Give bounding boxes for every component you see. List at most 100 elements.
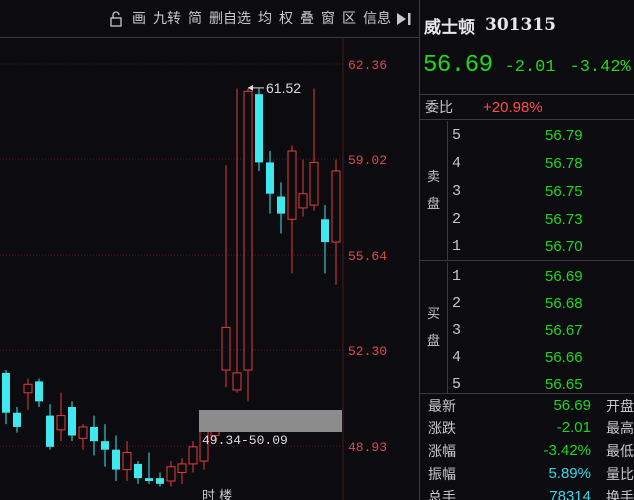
toolbar-rights[interactable]: 权 — [279, 11, 293, 27]
toolbar-range[interactable]: 区 — [342, 11, 356, 27]
order-ratio-value: +20.98% — [483, 98, 543, 116]
level-number: 2 — [452, 295, 462, 312]
stat-label: 涨幅 — [428, 443, 456, 460]
candle-body — [177, 463, 187, 473]
stat-label: 最新 — [428, 398, 456, 415]
stat-label-right: 最高 — [606, 420, 634, 437]
stat-row-change-pct: 涨幅 -3.42% 最低 — [420, 439, 634, 462]
kline-plot-area[interactable]: 62.36 59.02 55.64 52.30 48.93 61.52 49.34-50.0… — [0, 38, 419, 500]
y-tick-label: 48.93 — [348, 440, 387, 455]
quote-stats: 最新 56.69 开盘 涨跌 -2.01 最高 涨幅 -3.42% 最低 振幅 5.89% 量比… — [420, 394, 634, 500]
candle-body — [321, 219, 329, 243]
y-tick-label: 52.30 — [348, 344, 387, 359]
stat-value: -2.01 — [556, 419, 591, 436]
sell-side-label: 卖 盘 — [420, 121, 448, 260]
candle-body — [266, 162, 274, 194]
price-range-label: 49.34-50.09 — [202, 433, 288, 448]
stat-row-last: 最新 56.69 开盘 — [420, 394, 634, 417]
stat-label: 振幅 — [428, 466, 456, 483]
stat-value: 78314 — [549, 488, 591, 500]
level-price: 56.66 — [545, 349, 583, 366]
candle-body — [331, 170, 341, 243]
y-tick-label: 62.36 — [348, 58, 387, 73]
y-tick-label: 55.64 — [348, 249, 387, 264]
buy-level-3[interactable]: 3 56.67 — [448, 317, 634, 344]
candle-body — [101, 441, 109, 450]
toolbar-average[interactable]: 均 — [258, 11, 272, 27]
level-number: 4 — [452, 155, 462, 172]
chart-toolbar: 画 九转 简 删自选 均 权 叠 窗 区 信息 — [0, 0, 419, 38]
bottom-label: 时 楼 — [202, 489, 232, 500]
high-annotation-label: 61.52 — [266, 80, 301, 96]
candle-body — [145, 478, 153, 481]
toolbar-window[interactable]: 窗 — [321, 11, 335, 27]
stock-name: 威士顿 — [424, 17, 475, 38]
sell-level-1[interactable]: 1 56.70 — [448, 233, 634, 260]
quote-panel: 威士顿 301315 56.69 -2.01 -3.42% 委比 +20.98%… — [419, 0, 634, 500]
level-number: 2 — [452, 211, 462, 228]
candle-body — [232, 372, 242, 391]
candle-body — [78, 426, 88, 439]
toolbar-overlay[interactable]: 叠 — [300, 11, 314, 27]
stat-row-volume: 总手 78314 换手 — [420, 485, 634, 500]
level-price: 56.65 — [545, 376, 583, 393]
stat-row-amplitude: 振幅 5.89% 量比 — [420, 462, 634, 485]
candle-body — [13, 412, 21, 427]
toolbar-info[interactable]: 信息 — [363, 11, 391, 27]
level-price: 56.67 — [545, 322, 583, 339]
candle-body — [122, 452, 132, 471]
candlestick-chart: 62.36 59.02 55.64 52.30 48.93 61.52 49.34-50.0… — [0, 38, 387, 500]
toolbar-remove-watchlist[interactable]: 删自选 — [209, 11, 251, 27]
candle-body — [243, 90, 253, 371]
candle-body — [90, 426, 98, 442]
level-number: 5 — [452, 376, 462, 393]
candle-body — [112, 449, 120, 470]
level-number: 3 — [452, 183, 462, 200]
sell-level-3[interactable]: 3 56.75 — [448, 178, 634, 205]
buy-level-2[interactable]: 2 56.68 — [448, 290, 634, 317]
stock-code: 301315 — [485, 15, 556, 35]
level-number: 3 — [452, 322, 462, 339]
order-ratio-label: 委比 — [425, 100, 453, 116]
level-price: 56.79 — [545, 127, 583, 144]
stat-label: 总手 — [428, 489, 456, 500]
sell-level-4[interactable]: 4 56.78 — [448, 150, 634, 177]
candle-body — [23, 383, 33, 394]
candle-body — [2, 372, 10, 413]
sell-label-2: 盘 — [426, 196, 440, 212]
toolbar-nine-turn[interactable]: 九转 — [153, 11, 181, 27]
stat-row-change: 涨跌 -2.01 最高 — [420, 416, 634, 439]
level-price: 56.73 — [545, 211, 583, 228]
sell-level-5[interactable]: 5 56.79 — [448, 122, 634, 149]
buy-level-4[interactable]: 4 56.66 — [448, 344, 634, 371]
toolbar-simple[interactable]: 简 — [188, 11, 202, 27]
buy-level-1[interactable]: 1 56.69 — [448, 263, 634, 290]
candle-body — [255, 94, 263, 163]
stat-label: 涨跌 — [428, 420, 456, 437]
order-ratio-row: 委比 +20.98% — [420, 94, 634, 120]
lock-icon[interactable] — [109, 10, 125, 27]
candle-body — [35, 381, 43, 402]
sell-level-2[interactable]: 2 56.73 — [448, 206, 634, 233]
level-price: 56.75 — [545, 183, 583, 200]
price-change-percent: -3.42% — [569, 58, 631, 77]
y-tick-label: 59.02 — [348, 153, 387, 168]
price-row: 56.69 -2.01 -3.42% — [420, 52, 634, 88]
toolbar-draw[interactable]: 画 — [132, 11, 146, 27]
level-price: 56.78 — [545, 155, 583, 172]
price-change: -2.01 — [504, 58, 556, 77]
level-number: 1 — [452, 268, 462, 285]
candle-body — [134, 463, 142, 479]
stat-label-right: 量比 — [606, 466, 634, 483]
high-annotation-arrow — [248, 84, 253, 91]
buy-side-label: 买 盘 — [420, 262, 448, 393]
level-number: 4 — [452, 349, 462, 366]
buy-label-2: 盘 — [426, 333, 440, 349]
stat-label-right: 最低 — [606, 443, 634, 460]
candle-body — [166, 466, 176, 482]
kline-chart-pane[interactable]: 画 九转 简 删自选 均 权 叠 窗 区 信息 62.36 59.02 55.64 5… — [0, 0, 419, 500]
candle-body — [68, 407, 76, 436]
collapse-panel-icon[interactable] — [395, 11, 415, 27]
level-price: 56.68 — [545, 295, 583, 312]
sell-order-book: 卖 盘 5 56.79 4 56.78 3 56.75 2 56.73 1 56.70 — [420, 121, 634, 261]
